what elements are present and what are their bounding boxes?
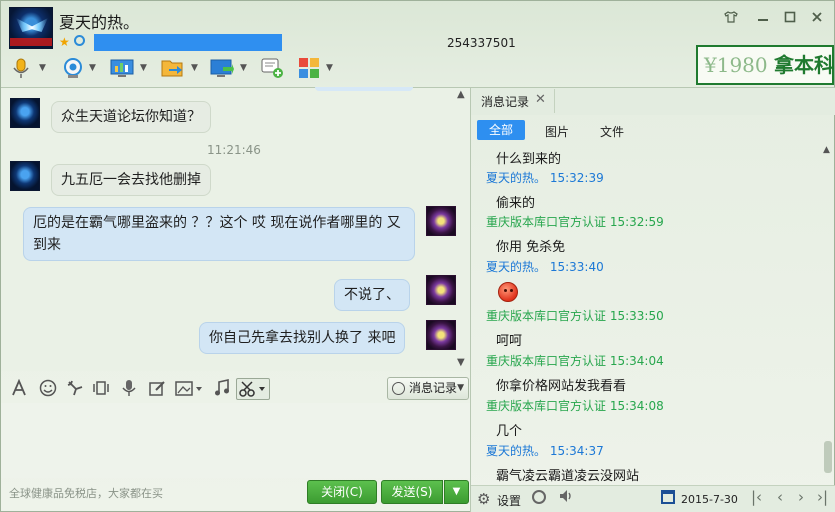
history-message: 霸气凌云霸道凌云没网站 (496, 469, 640, 484)
self-avatar[interactable] (426, 320, 456, 350)
message-history-button[interactable]: 消息记录 ▼ (387, 377, 469, 400)
send-file-icon (161, 60, 183, 77)
brand-number-value: 1980 (716, 53, 768, 77)
chevron-down-icon: ▼ (240, 63, 247, 73)
close-tab-icon[interactable]: ✕ (535, 92, 546, 107)
message-bubble: 厄的是在霸气哪里盗来的 ？？这个 哎 现在说作者哪里的 又到来 (23, 207, 415, 261)
qq-number: 254337501 (447, 36, 516, 50)
message-bubble: 不说了、 (334, 279, 410, 311)
voice-icon[interactable] (119, 379, 139, 399)
qzone-icon[interactable] (74, 35, 85, 46)
font-icon[interactable] (9, 378, 29, 399)
contact-avatar-small[interactable] (10, 161, 40, 191)
history-sender: 夏天的热。 15:33:40 (486, 260, 604, 274)
chevron-down-icon: ▼ (140, 63, 147, 73)
close-icon[interactable] (809, 11, 825, 25)
tab-divider (554, 89, 555, 113)
minimize-icon[interactable] (755, 11, 771, 25)
history-sender: 重庆版本库口官方认证 15:34:08 (486, 399, 664, 413)
avatar-wing-graphic (16, 18, 48, 32)
ad-link[interactable]: 全球健康品免税店，大家都在买 (9, 485, 163, 501)
history-message: 几个 (496, 424, 523, 439)
chevron-down-icon[interactable]: ▼ (457, 357, 465, 368)
message-timestamp: 11:21:46 (207, 143, 261, 157)
chevron-down-icon: ▼ (191, 63, 198, 73)
last-page-icon[interactable]: ›| (817, 488, 828, 506)
star-icon[interactable]: ★ (59, 35, 70, 49)
avatar-banner-graphic (10, 38, 52, 46)
search-icon[interactable] (532, 490, 546, 504)
history-message: 你拿价格网站发我看看 (496, 379, 627, 394)
message-bubble: 你自己先拿去找别人换了 来吧 (199, 322, 406, 354)
history-sender: 重庆版本库口官方认证 15:34:04 (486, 354, 664, 368)
scrollbar-thumb[interactable] (824, 441, 832, 473)
chevron-up-icon[interactable]: ▲ (457, 89, 465, 100)
music-icon[interactable] (212, 379, 232, 399)
shake-icon[interactable] (91, 379, 111, 399)
history-scrollbar[interactable] (822, 143, 834, 483)
filter-all[interactable]: 全部 (477, 120, 525, 140)
brand-text: 拿本科 (774, 53, 834, 77)
chevron-down-icon: ▼ (326, 63, 333, 73)
message-history-label: 消息记录 (409, 381, 458, 395)
webcam-icon (64, 58, 82, 78)
shirt-icon[interactable] (723, 11, 739, 25)
history-date[interactable]: 2015-7-30 (681, 493, 738, 506)
chevron-down-icon: ▼ (39, 63, 46, 73)
apps-grid-icon (299, 58, 319, 78)
send-options-chevron-icon[interactable]: ▼ (444, 480, 469, 504)
history-message: 呵呵 (496, 334, 523, 349)
gear-icon[interactable]: ⚙ (477, 490, 490, 508)
brand-watermark: ¥1980 拿本科 (696, 45, 834, 85)
filter-images[interactable]: 图片 (545, 123, 569, 140)
chevron-up-icon[interactable]: ▲ (823, 145, 830, 155)
previous-message-bubble (315, 87, 413, 91)
speaker-icon[interactable] (558, 488, 574, 508)
contact-name[interactable]: 夏天的热。 (59, 9, 139, 33)
image-icon[interactable] (175, 379, 205, 399)
screenshot-icon (239, 381, 265, 397)
screenshot-button[interactable] (236, 378, 270, 400)
brand-number: ¥ (704, 53, 717, 77)
filter-files[interactable]: 文件 (600, 123, 624, 140)
self-avatar[interactable] (426, 206, 456, 236)
contact-avatar[interactable] (9, 7, 53, 49)
emoji-icon[interactable] (38, 379, 58, 399)
history-sender: 夏天的热。 15:32:39 (486, 171, 604, 185)
screen-share-icon (110, 59, 134, 77)
maximize-icon[interactable] (782, 11, 798, 25)
clock-icon (392, 382, 405, 395)
tab-message-history[interactable]: 消息记录 (481, 93, 529, 110)
message-input[interactable] (1, 403, 470, 478)
history-message: 什么到来的 (496, 152, 562, 167)
history-sender: 重庆版本库口官方认证 15:33:50 (486, 309, 664, 323)
first-page-icon[interactable]: |‹ (751, 488, 762, 506)
contact-avatar-small[interactable] (10, 98, 40, 128)
self-avatar[interactable] (426, 275, 456, 305)
chevron-down-icon: ▼ (89, 63, 96, 73)
previous-page-icon[interactable]: ‹ (777, 488, 783, 506)
signature-field[interactable] (94, 34, 282, 51)
remote-desktop-icon (210, 59, 234, 77)
history-message: 偷来的 (496, 196, 536, 211)
chevron-down-icon: ▼ (457, 383, 464, 393)
chat-window: 夏天的热。 ★ 254337501 ¥1980 拿本科 ▼ ▼ ▼ ▼ ▼ ▼ … (0, 0, 835, 512)
new-chat-icon (261, 58, 283, 78)
calendar-icon[interactable] (661, 490, 675, 504)
history-sender: 重庆版本库口官方认证 15:32:59 (486, 215, 664, 229)
message-bubble: 九五厄一会去找他删掉 (51, 164, 211, 196)
poke-icon[interactable] (65, 379, 85, 399)
send-button[interactable]: 发送(S) (381, 480, 443, 504)
doodle-icon[interactable] (147, 379, 167, 399)
angry-emoji-icon (498, 282, 518, 302)
message-bubble: 众生天道论坛你知道？ (51, 101, 211, 133)
microphone-icon (13, 58, 29, 78)
settings-label[interactable]: 设置 (497, 492, 521, 509)
close-button[interactable]: 关闭(C) (307, 480, 377, 504)
next-page-icon[interactable]: › (798, 488, 804, 506)
history-message: 你用 免杀免 (496, 240, 566, 255)
history-sender: 夏天的热。 15:34:37 (486, 444, 604, 458)
